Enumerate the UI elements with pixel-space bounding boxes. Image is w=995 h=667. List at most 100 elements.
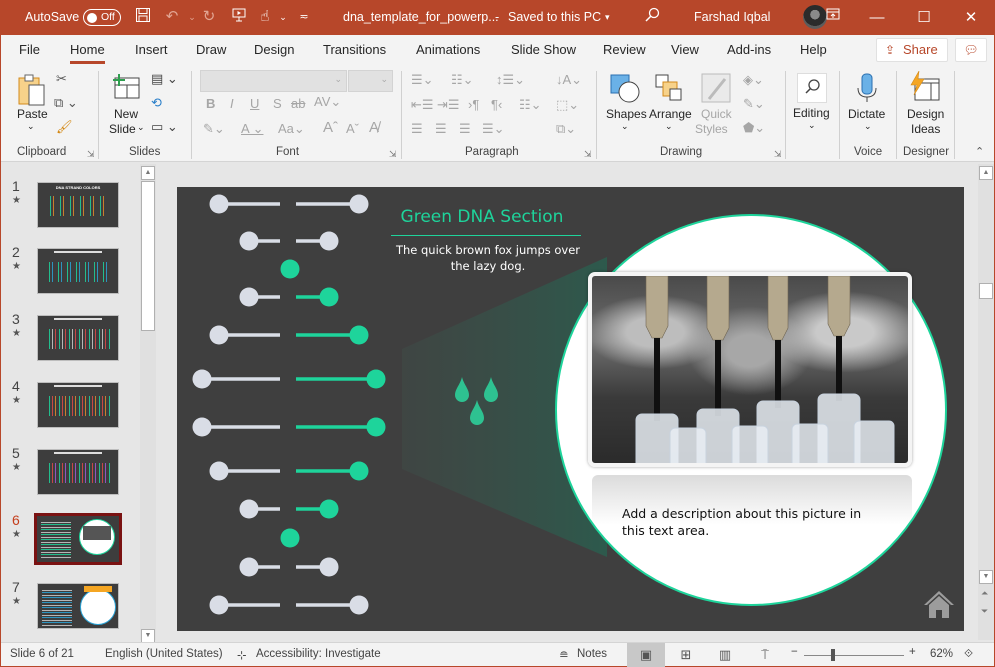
shape-fill-icon[interactable]: ◈⌄ [743, 72, 764, 88]
shape-outline-icon[interactable]: ✎⌄ [743, 96, 765, 112]
font-color-icon[interactable]: A ⌄ [241, 121, 263, 137]
slideshow-view-icon[interactable]: ⍑ [746, 643, 784, 667]
microphone-icon[interactable] [856, 73, 878, 106]
shapes-button[interactable]: Shapes [606, 107, 647, 121]
text-direction-icon[interactable]: ↓A⌄ [556, 72, 582, 88]
new-slide-dropdown-icon[interactable]: ⌄ [137, 122, 145, 133]
drawing-launcher-icon[interactable]: ⇲ [774, 149, 782, 160]
tab-home[interactable]: Home [70, 42, 105, 64]
tab-insert[interactable]: Insert [135, 42, 168, 57]
notes-icon[interactable]: ≘ [559, 648, 569, 662]
change-case-icon[interactable]: Aa⌄ [278, 121, 305, 137]
slide-thumbnail-6[interactable] [34, 513, 122, 565]
touch-mode-icon[interactable]: ☝ [255, 7, 275, 27]
decrease-font-size-icon[interactable]: Aˇ [346, 121, 359, 136]
align-text-icon[interactable]: ⬚⌄ [556, 97, 579, 113]
zoom-slider-handle[interactable] [830, 649, 835, 661]
touch-dropdown-icon[interactable]: ⌄ [273, 7, 293, 27]
zoom-out-icon[interactable]: − [791, 646, 798, 658]
rtl-icon[interactable]: ¶‹ [491, 97, 502, 112]
shadow-icon[interactable]: S [273, 96, 282, 111]
notes-button[interactable]: Notes [577, 648, 607, 660]
save-status-dropdown-icon[interactable]: ▾ [605, 12, 610, 23]
layout-icon[interactable]: ▤ ⌄ [151, 71, 178, 87]
bold-icon[interactable]: B [206, 96, 215, 111]
scroll-down-icon[interactable]: ▼ [141, 629, 155, 643]
smartart-icon[interactable]: ⧉⌄ [556, 121, 576, 137]
customize-qat-icon[interactable]: ≂ [294, 7, 314, 27]
section-subtitle[interactable]: The quick brown fox jumps over the lazy … [395, 242, 581, 274]
collapse-ribbon-icon[interactable]: ⌃ [975, 145, 984, 158]
zoom-percent[interactable]: 62% [930, 648, 953, 660]
design-ideas-label-1[interactable]: Design [907, 107, 944, 121]
ltr-icon[interactable]: ›¶ [468, 97, 479, 112]
font-size-dropdown[interactable]: ⌄ [348, 70, 393, 92]
editor-scroll-thumb[interactable] [979, 283, 993, 299]
tab-review[interactable]: Review [603, 42, 646, 57]
align-right-icon[interactable]: ☰ [459, 121, 471, 137]
copy-icon[interactable]: ⧉ ⌄ [54, 95, 78, 111]
tab-slide-show[interactable]: Slide Show [511, 42, 576, 57]
paste-button[interactable]: Paste [17, 107, 48, 121]
section-title[interactable]: Green DNA Section [392, 207, 572, 227]
format-painter-icon[interactable]: 🖌︎ [56, 119, 73, 135]
tab-view[interactable]: View [671, 42, 699, 57]
numbering-icon[interactable]: ☷⌄ [451, 72, 474, 88]
align-left-icon[interactable]: ☰ [411, 121, 423, 137]
align-center-icon[interactable]: ☰ [435, 121, 447, 137]
slide-thumbnail-3[interactable] [37, 315, 119, 361]
ribbon-display-icon[interactable] [823, 7, 843, 27]
editing-dropdown-icon[interactable]: ⌄ [808, 120, 816, 131]
accessibility-status[interactable]: Accessibility: Investigate [256, 648, 381, 660]
shapes-dropdown-icon[interactable]: ⌄ [621, 121, 629, 132]
reading-view-icon[interactable]: ▥ [706, 643, 744, 667]
clear-formatting-icon[interactable]: A̸ [369, 119, 379, 136]
previous-slide-icon[interactable]: ⏶ [981, 588, 988, 599]
tab-draw[interactable]: Draw [196, 42, 226, 57]
normal-view-icon[interactable]: ▣ [627, 643, 665, 667]
justify-icon[interactable]: ☰⌄ [482, 121, 505, 137]
present-from-start-icon[interactable] [229, 7, 249, 27]
increase-font-size-icon[interactable]: Aˆ [323, 119, 338, 136]
next-slide-icon[interactable]: ⏷ [981, 606, 988, 617]
slide-thumbnail-4[interactable] [37, 382, 119, 428]
underline-icon[interactable]: U [250, 96, 259, 111]
picture-description[interactable]: Add a description about this picture in … [622, 505, 882, 539]
user-name[interactable]: Farshad Iqbal [694, 10, 770, 24]
tab-add-ins[interactable]: Add-ins [727, 42, 771, 57]
bullets-icon[interactable]: ☰⌄ [411, 72, 434, 88]
editor-scrollbar[interactable]: ▲ ▼ ⏶ ⏷ [978, 164, 994, 640]
font-name-dropdown[interactable]: ⌄ [200, 70, 347, 92]
search-icon[interactable] [642, 7, 662, 27]
save-icon[interactable] [133, 7, 153, 27]
section-icon[interactable]: ▭ ⌄ [151, 119, 178, 135]
scroll-up-icon[interactable]: ▲ [979, 166, 993, 180]
slide-thumbnail-2[interactable] [37, 248, 119, 294]
clipboard-launcher-icon[interactable]: ⇲ [87, 149, 95, 160]
slide-sorter-icon[interactable]: ⊞ [667, 643, 705, 667]
slide-thumbnail-5[interactable] [37, 449, 119, 495]
close-icon[interactable]: ✕ [948, 0, 994, 35]
paste-icon[interactable] [17, 73, 47, 110]
fit-to-window-icon[interactable]: ⟐ [964, 648, 973, 661]
arrange-dropdown-icon[interactable]: ⌄ [665, 121, 673, 132]
arrange-button[interactable]: Arrange [649, 107, 692, 121]
shape-effects-icon[interactable]: ⬟⌄ [743, 120, 765, 136]
design-ideas-icon[interactable] [907, 70, 941, 106]
scroll-up-icon[interactable]: ▲ [141, 166, 155, 180]
font-launcher-icon[interactable]: ⇲ [389, 149, 397, 160]
thumbnail-scroll-thumb[interactable] [141, 181, 155, 331]
tab-design[interactable]: Design [254, 42, 294, 57]
share-button[interactable]: ⇪ Share [876, 38, 948, 62]
shapes-icon[interactable] [609, 73, 641, 106]
tab-transitions[interactable]: Transitions [323, 42, 386, 57]
new-slide-label-2[interactable]: Slide [109, 122, 136, 136]
new-slide-label-1[interactable]: New [114, 107, 138, 121]
increase-indent-icon[interactable]: ⇥☰ [437, 97, 460, 113]
maximize-icon[interactable]: ☐ [901, 0, 947, 35]
reset-slide-icon[interactable]: ⟲ [151, 95, 162, 111]
zoom-in-icon[interactable]: + [909, 646, 916, 658]
arrange-icon[interactable] [654, 73, 684, 106]
slide-thumbnail-7[interactable] [37, 583, 119, 629]
lab-photo[interactable] [588, 272, 912, 467]
